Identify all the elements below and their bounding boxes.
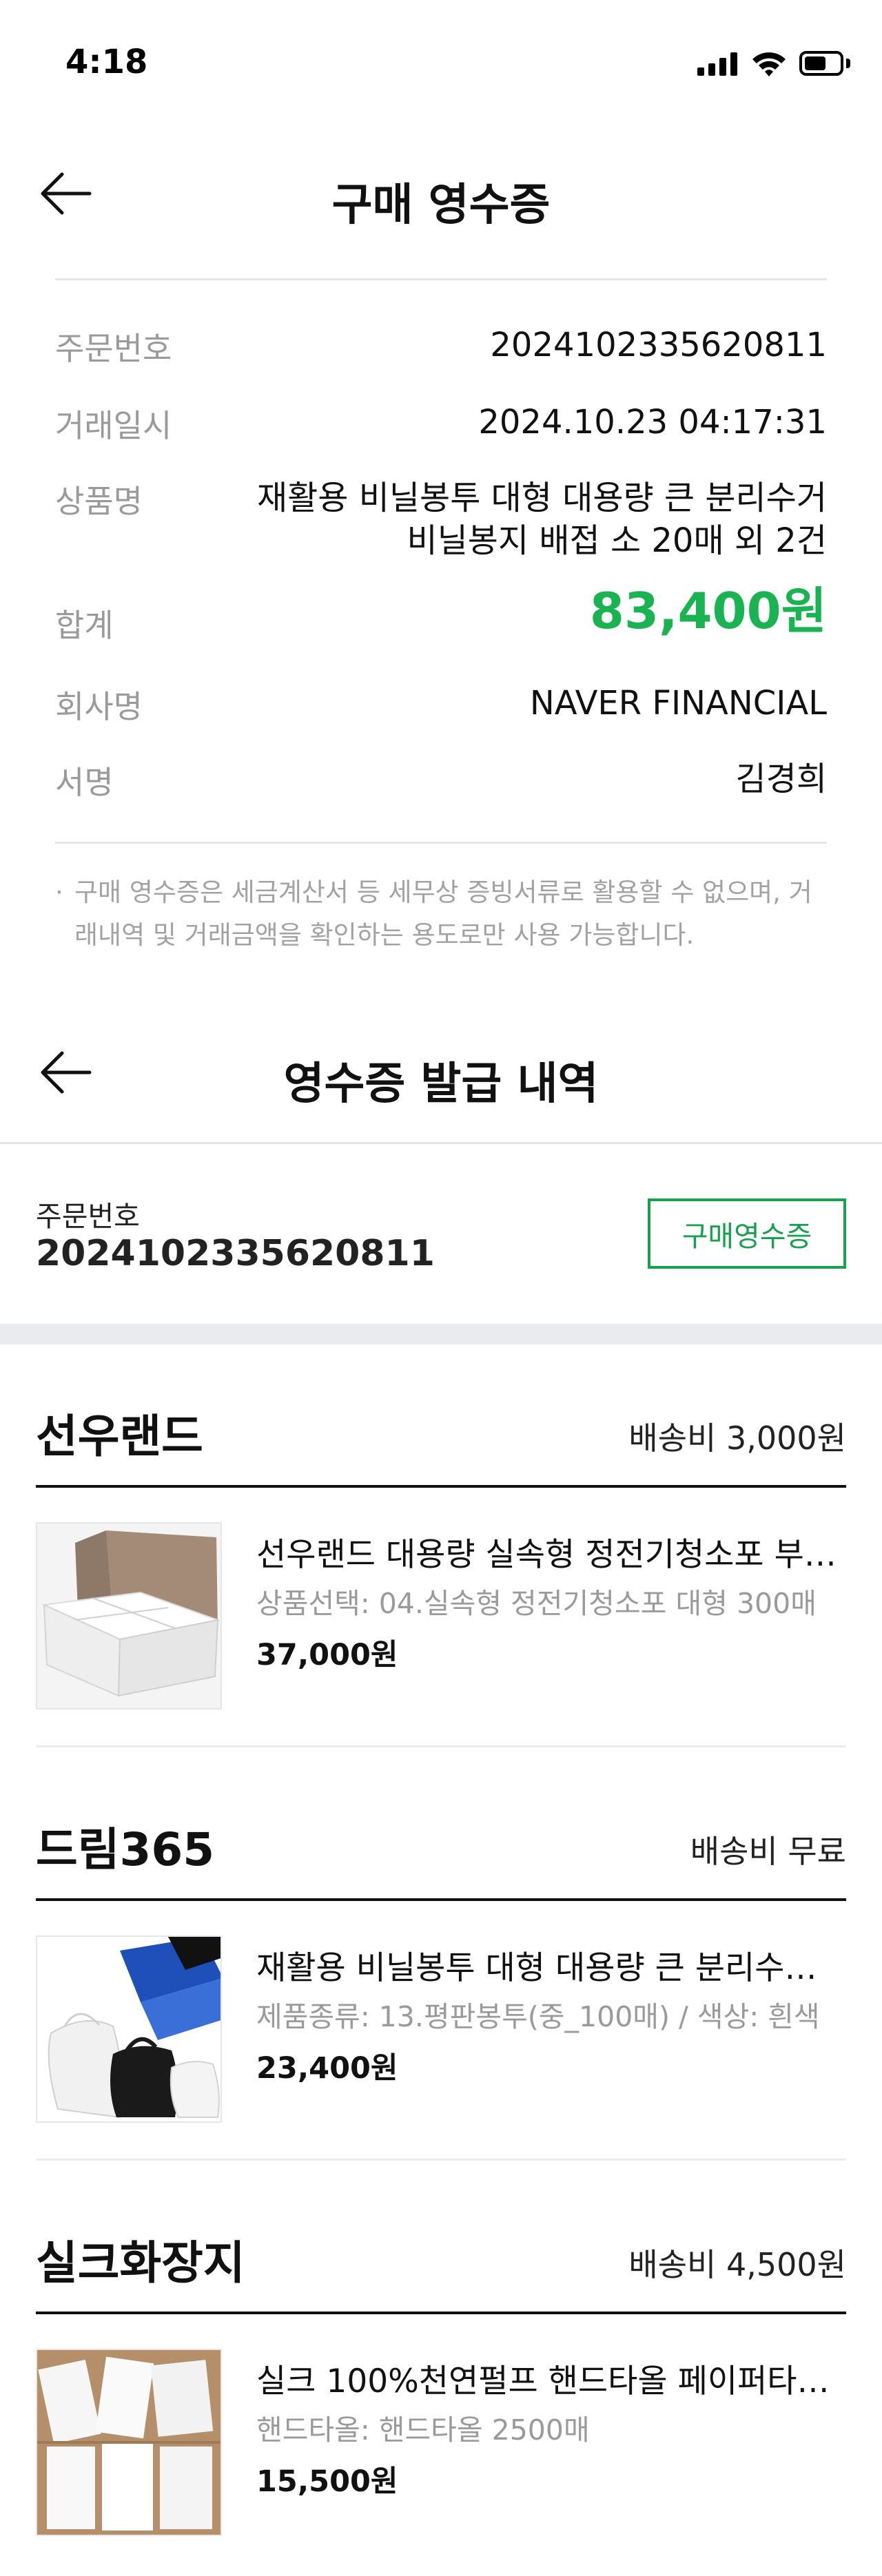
product-option: 제품종류: 13.평판봉투(중_100매) / 색상: 흰색 — [256, 2000, 820, 2033]
shipping-fee: 배송비 3,000원 — [628, 1420, 846, 1457]
product-image[interactable] — [36, 1935, 222, 2123]
history-header: 영수증 발급 내역 — [0, 1024, 882, 1120]
seller-rule — [36, 1898, 846, 1901]
shipping-fee: 배송비 무료 — [690, 1833, 846, 1870]
total-label: 합계 — [55, 607, 114, 644]
seller-rule — [36, 2312, 846, 2314]
seller-name: 실크화장지 — [36, 2236, 245, 2289]
purchase-receipt-button[interactable]: 구매영수증 — [648, 1198, 846, 1269]
order-number-value: 2024102335620811 — [490, 326, 827, 364]
product-price: 37,000원 — [256, 1638, 398, 1672]
status-bar: 4:18 — [0, 0, 882, 96]
product-option: 핸드타올: 핸드타올 2500매 — [256, 2413, 590, 2447]
signature-value: 김경희 — [735, 760, 827, 798]
seller-group: 실크화장지 배송비 4,500원 실크 100%천연펄프 핸드타올 페이퍼타올 … — [36, 2226, 846, 2576]
receipt-header: 구매 영수증 — [0, 145, 882, 241]
product-image-art — [37, 1937, 220, 2121]
seller-rule — [36, 1485, 846, 1488]
section-separator — [0, 1324, 882, 1344]
product-price: 15,500원 — [256, 2464, 398, 2499]
receipt-notice: · 구매 영수증은 세금계산서 등 세무상 증빙서류로 활용할 수 없으며, 거… — [55, 871, 834, 957]
order-number-label: 주문번호 — [55, 330, 172, 367]
transaction-date-label: 거래일시 — [55, 407, 172, 444]
seller-name: 드림365 — [36, 1823, 215, 1876]
product-name-value: 재활용 비닐봉투 대형 대용량 큰 분리수거 비닐봉지 배접 소 20매 외 2… — [256, 479, 827, 560]
total-value: 83,400원 — [589, 582, 827, 640]
product-title[interactable]: 재활용 비닐봉투 대형 대용량 큰 분리수거 비닐봉지 — [256, 1941, 846, 1988]
company-value: NAVER FINANCIAL — [529, 684, 827, 723]
order-label: 주문번호 — [36, 1200, 140, 1233]
seller-group: 드림365 배송비 무료 재활용 비닐봉투 대형 대용량 큰 분리수거 비닐봉지… — [36, 1813, 846, 2226]
notice-text: 구매 영수증은 세금계산서 등 세무상 증빙서류로 활용할 수 없으며, 거래내… — [74, 877, 812, 950]
divider — [55, 278, 827, 280]
divider — [0, 1142, 882, 1144]
product-price: 23,400원 — [256, 2051, 398, 2086]
product-option: 상품선택: 04.실속형 정전기청소포 대형 300매 — [256, 1587, 817, 1620]
transaction-date-value: 2024.10.23 04:17:31 — [478, 403, 827, 442]
product-image[interactable] — [36, 1522, 222, 1710]
order-number: 2024102335620811 — [36, 1233, 435, 1274]
company-label: 회사명 — [55, 688, 143, 725]
battery-icon — [799, 51, 843, 76]
cellular-signal-icon — [697, 52, 737, 76]
seller-name: 선우랜드 — [36, 1410, 203, 1463]
page-title: 구매 영수증 — [331, 180, 551, 231]
battery-nub — [846, 59, 850, 68]
notice-bullet: · — [55, 877, 63, 907]
product-image-art — [37, 1524, 220, 1708]
status-time: 4:18 — [65, 43, 148, 81]
product-image-art — [37, 2350, 220, 2535]
signature-label: 서명 — [55, 764, 114, 801]
divider — [55, 842, 827, 844]
divider — [36, 2159, 846, 2161]
wifi-icon — [752, 52, 786, 76]
section-title: 영수증 발급 내역 — [283, 1059, 599, 1110]
divider — [36, 1745, 846, 1747]
product-name-label: 상품명 — [55, 483, 143, 520]
shipping-fee: 배송비 4,500원 — [628, 2246, 846, 2283]
product-image[interactable] — [36, 2349, 222, 2536]
product-title[interactable]: 실크 100%천연펄프 핸드타올 페이퍼타올 핸드타올 — [256, 2354, 846, 2402]
product-title[interactable]: 선우랜드 대용량 실속형 정전기청소포 부직포 — [256, 1528, 846, 1575]
seller-group: 선우랜드 배송비 3,000원 선우랜드 대용량 실속형 정전기청소포 부직포 … — [36, 1400, 846, 1813]
